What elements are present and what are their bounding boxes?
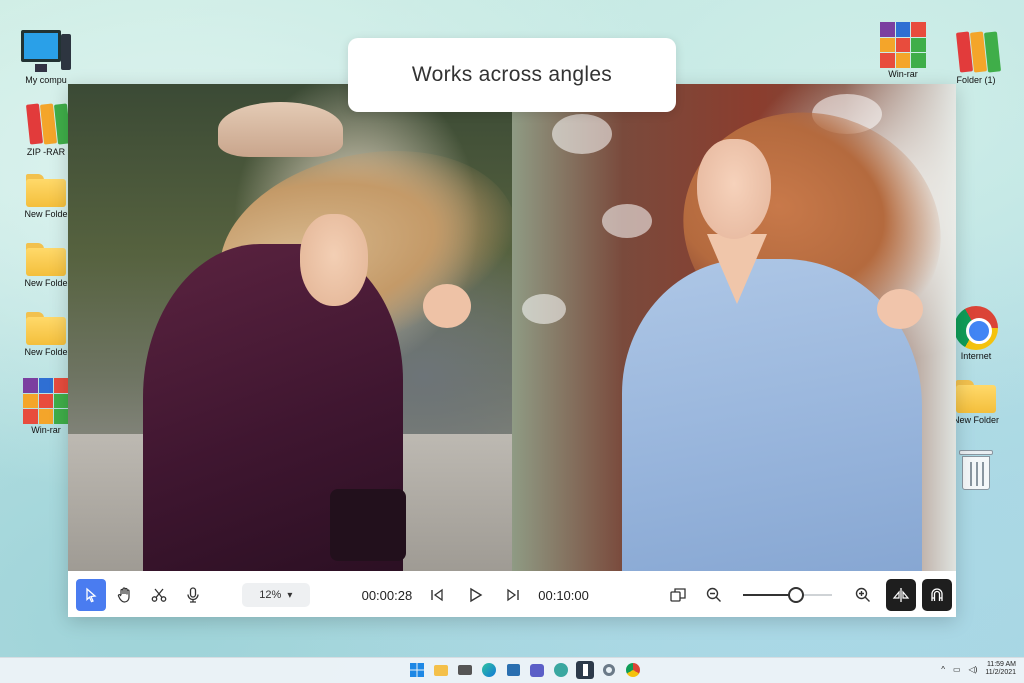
chrome-icon[interactable] <box>624 661 642 679</box>
previous-frame-button[interactable] <box>422 579 452 611</box>
maps-icon[interactable] <box>552 661 570 679</box>
chevron-up-icon[interactable]: ^ <box>941 665 945 674</box>
magnet-icon <box>931 588 943 601</box>
play-button[interactable] <box>460 579 490 611</box>
desktop-icon-win-rar-right[interactable]: Win-rar <box>871 22 935 80</box>
computer-icon <box>21 28 71 74</box>
total-time: 00:10:00 <box>538 587 589 603</box>
volume-icon[interactable]: ◁) <box>969 665 978 674</box>
archive-binders-icon <box>952 28 1002 74</box>
recycle-bin-icon <box>959 446 993 492</box>
zoom-in-icon <box>855 587 870 602</box>
microphone-icon <box>187 587 199 603</box>
aspect-ratio-icon <box>670 588 686 602</box>
folder-icon <box>24 310 68 346</box>
winrar-icon <box>23 378 69 424</box>
system-tray: ^ ▭ ◁) 11:59 AM 11/2/2021 <box>941 661 1016 677</box>
hand-tool-button[interactable] <box>110 579 140 611</box>
taskbar-apps <box>408 661 642 679</box>
clock[interactable]: 11:59 AM 11/2/2021 <box>985 661 1016 677</box>
taskbar: ^ ▭ ◁) 11:59 AM 11/2/2021 <box>0 657 1024 683</box>
chrome-icon <box>954 306 998 350</box>
clock-time: 11:59 AM <box>986 661 1016 668</box>
folder-icon <box>954 378 998 414</box>
next-frame-button[interactable] <box>498 579 528 611</box>
camera-icon[interactable] <box>456 661 474 679</box>
magnet-snap-button[interactable] <box>922 579 953 611</box>
zoom-select[interactable]: 12% ▾ <box>242 583 310 607</box>
zoom-slider-handle[interactable] <box>788 587 805 603</box>
play-icon <box>470 587 483 603</box>
split-view-button[interactable] <box>886 579 917 611</box>
desktop-icon-my-computer[interactable]: My compu <box>14 28 78 86</box>
scissors-icon <box>151 588 167 602</box>
skip-forward-icon <box>507 588 519 602</box>
settings-icon[interactable] <box>600 661 618 679</box>
aspect-ratio-button[interactable] <box>663 579 693 611</box>
network-icon[interactable]: ▭ <box>953 665 961 674</box>
winrar-icon <box>880 22 926 68</box>
current-time: 00:00:28 <box>361 587 413 603</box>
feature-caption: Works across angles <box>348 38 676 112</box>
zoom-slider[interactable] <box>742 587 832 603</box>
preview-photo-left <box>68 84 512 571</box>
store-icon[interactable] <box>504 661 522 679</box>
cut-tool-button[interactable] <box>144 579 174 611</box>
chevron-down-icon: ▾ <box>287 589 293 601</box>
archive-binders-icon <box>22 100 72 146</box>
hand-icon <box>117 587 130 603</box>
select-tool-button[interactable] <box>76 579 107 611</box>
select-arrow-icon <box>86 587 97 603</box>
teams-icon[interactable] <box>528 661 546 679</box>
voiceover-button[interactable] <box>178 579 208 611</box>
file-explorer-icon[interactable] <box>432 661 450 679</box>
zoom-out-button[interactable] <box>699 579 729 611</box>
edge-icon[interactable] <box>480 661 498 679</box>
skip-back-icon <box>431 588 443 602</box>
clock-date: 11/2/2021 <box>985 669 1016 677</box>
zoom-out-icon <box>706 587 721 602</box>
windows-start-icon[interactable] <box>408 661 426 679</box>
desktop-icon-folder-1[interactable]: Folder (1) <box>944 28 1008 86</box>
editor-app-icon[interactable] <box>576 661 594 679</box>
folder-icon <box>24 241 68 277</box>
zoom-value: 12% <box>259 589 282 601</box>
zoom-in-button[interactable] <box>848 579 878 611</box>
editor-toolbar: 12% ▾ 00:00:28 00:10:00 <box>68 573 956 617</box>
desktop-icon-label: Win-rar <box>888 70 918 79</box>
preview-photo-right <box>512 84 956 571</box>
folder-icon <box>24 172 68 208</box>
split-icon <box>892 588 910 602</box>
video-editor-window: 12% ▾ 00:00:28 00:10:00 <box>68 84 956 617</box>
